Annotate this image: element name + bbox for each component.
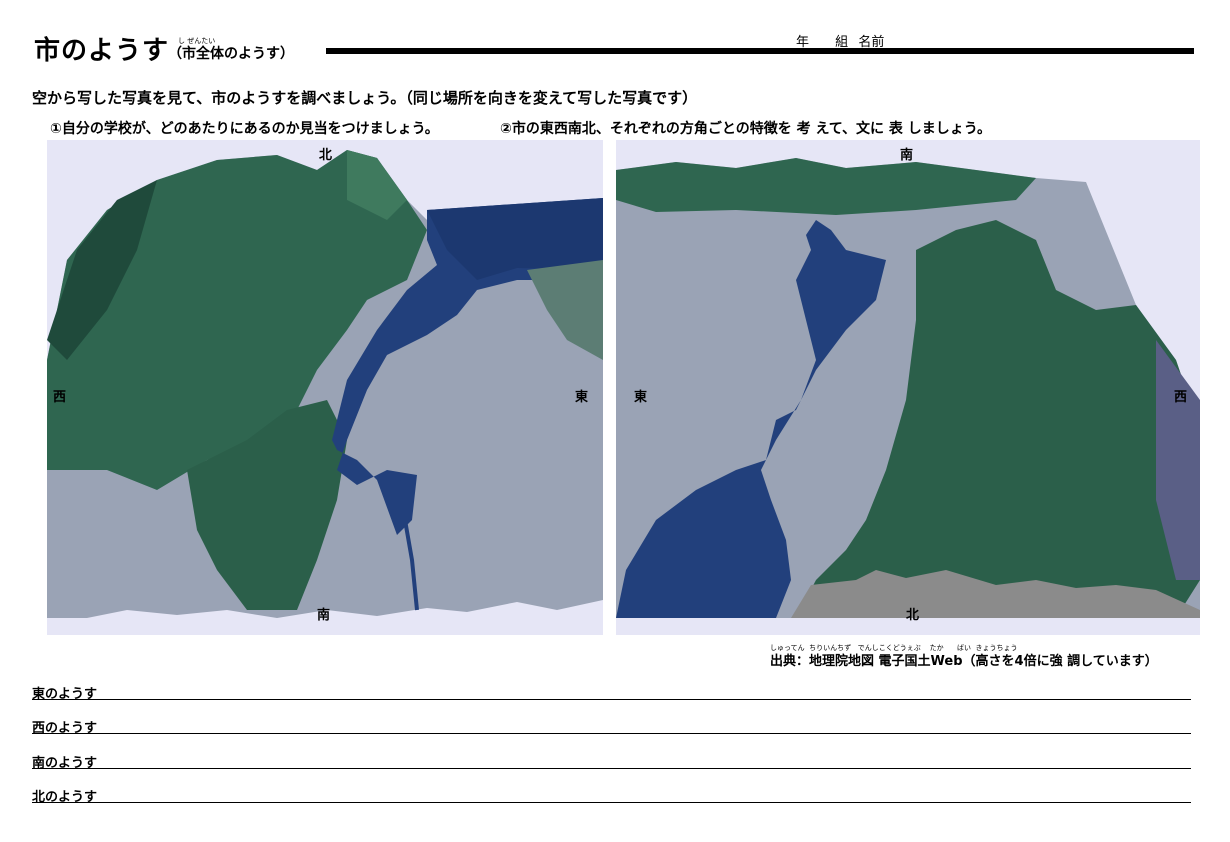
aerial-photo-right-image bbox=[616, 158, 1200, 618]
answer-label-east: 東のようす bbox=[32, 687, 98, 702]
page-title: 市のようす bbox=[34, 36, 170, 66]
answer-label-north: 北のようす bbox=[32, 790, 98, 805]
direction-bottom-north: 北 bbox=[906, 608, 920, 623]
direction-right-west: 西 bbox=[1174, 390, 1188, 405]
task-2: ②市の東西南北、それぞれの方角ごとの特徴を 考 えて、文に 表 しましょう。 bbox=[500, 121, 991, 137]
direction-top-north: 北 bbox=[319, 148, 333, 163]
answer-label-south: 南のようす bbox=[32, 756, 98, 771]
instruction-text: 空から写した写真を見て、市のようすを調べましょう。（同じ場所を向きを変えて写した… bbox=[32, 89, 698, 107]
name-label: 名前 bbox=[858, 35, 885, 50]
answer-line-south[interactable]: 南のようす bbox=[32, 752, 1191, 771]
direction-bottom-south: 南 bbox=[317, 608, 331, 623]
page-subtitle: （市全体のようす） bbox=[168, 46, 294, 62]
aerial-photo-left-image bbox=[47, 150, 603, 618]
answer-line-west[interactable]: 西のようす bbox=[32, 717, 1191, 736]
answer-line-east[interactable]: 東のようす bbox=[32, 683, 1191, 702]
direction-left-east: 東 bbox=[634, 390, 648, 405]
answer-line-north[interactable]: 北のようす bbox=[32, 786, 1191, 805]
direction-right-east: 東 bbox=[575, 390, 589, 405]
aerial-photo-south-up: 南 東 西 北 bbox=[616, 140, 1200, 635]
name-field-row[interactable]: 年 組 名前 bbox=[796, 31, 906, 50]
source-text: 出典：地理院地図 電子国土Web（高さを4倍に強 調しています） bbox=[770, 654, 1158, 669]
year-label: 年 bbox=[796, 35, 810, 50]
direction-left-west: 西 bbox=[53, 390, 67, 405]
aerial-photo-north-up: 北 西 東 南 bbox=[47, 140, 603, 635]
answer-label-west: 西のようす bbox=[32, 721, 98, 736]
class-label: 組 bbox=[835, 35, 849, 50]
direction-top-south: 南 bbox=[900, 148, 914, 163]
title-rule bbox=[326, 48, 1194, 54]
task-1: ①自分の学校が、どのあたりにあるのか見当をつけましょう。 bbox=[50, 121, 439, 137]
